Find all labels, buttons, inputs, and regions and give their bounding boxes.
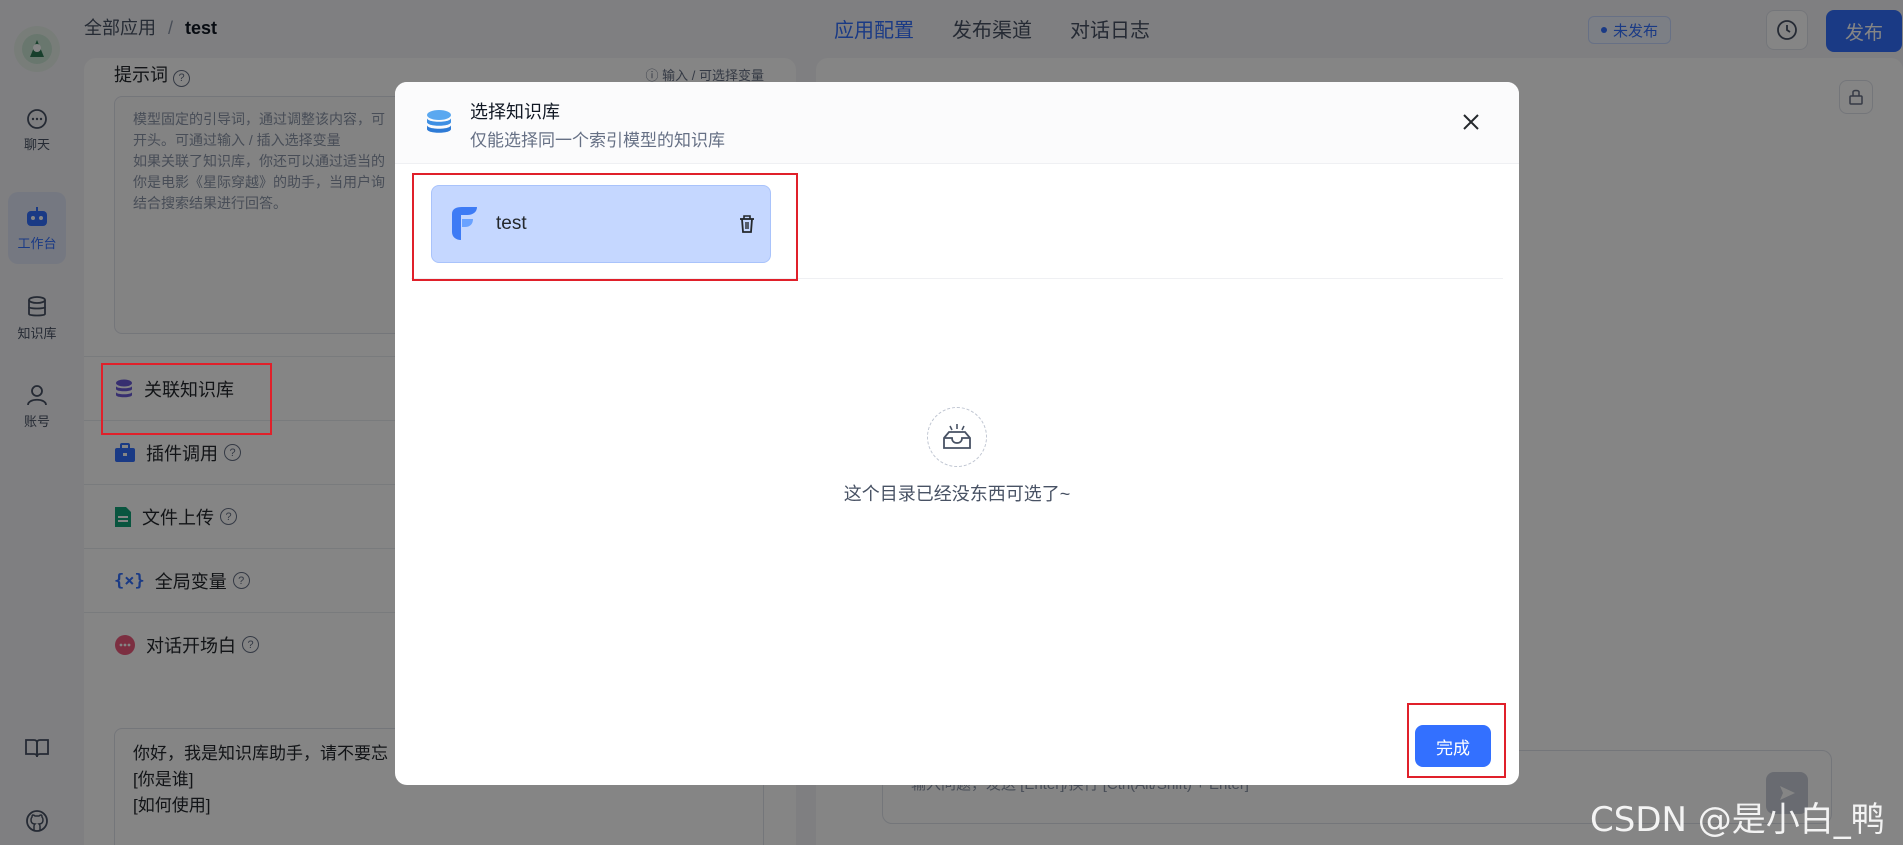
empty-state-text: 这个目录已经没东西可选了~: [843, 484, 1071, 504]
watermark: CSDN @是小白_鸭: [1590, 800, 1885, 840]
empty-inbox-icon: [927, 407, 987, 467]
modal-title: 选择知识库: [470, 102, 560, 122]
knowledge-base-icon: [427, 110, 451, 133]
close-icon: [1463, 114, 1479, 130]
annotation-box: [412, 173, 798, 281]
close-button[interactable]: [1455, 106, 1487, 138]
annotation-box: [101, 363, 272, 435]
annotation-box: [1407, 703, 1506, 778]
modal-subtitle: 仅能选择同一个索引模型的知识库: [470, 131, 725, 150]
modal-header: 选择知识库 仅能选择同一个索引模型的知识库: [395, 82, 1519, 164]
